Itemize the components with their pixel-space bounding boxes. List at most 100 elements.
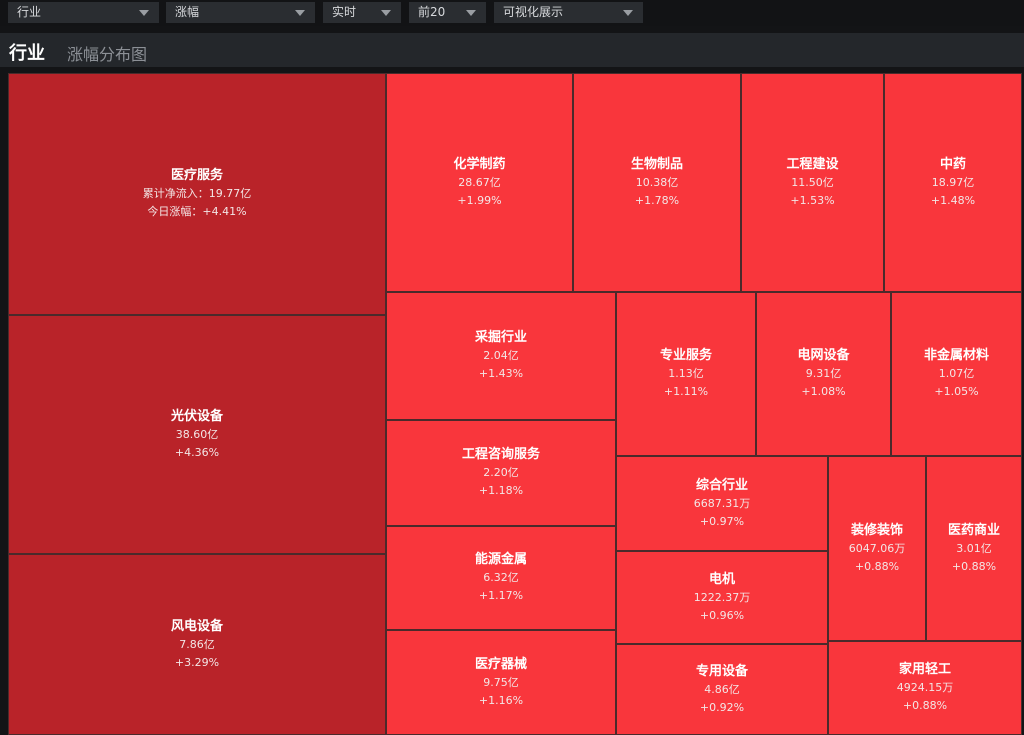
tile-inflow: 1.13亿 — [668, 367, 704, 380]
tile-name: 电机 — [708, 571, 735, 587]
treemap-tile[interactable]: 中药 18.97亿 +1.48% — [884, 73, 1022, 292]
treemap-tile[interactable]: 医药商业 3.01亿 +0.88% — [926, 456, 1022, 641]
treemap-tile[interactable]: 医疗服务累计净流入：19.77亿 今日涨幅：+4.41% — [8, 73, 386, 315]
tile-change: +1.18% — [478, 484, 524, 497]
tile-inflow: 18.97亿 — [931, 175, 975, 189]
tile-name: 工程咨询服务 — [461, 447, 540, 462]
chevron-down-icon — [466, 10, 476, 16]
treemap-tile[interactable]: 家用轻工 4924.15万 +0.88% — [828, 641, 1022, 735]
chevron-down-icon — [623, 10, 633, 16]
tile-name: 采掘行业 — [474, 330, 527, 345]
treemap-tile[interactable]: 电机 1222.37万 +0.96% — [616, 551, 828, 644]
tile-change: +3.29% — [174, 655, 220, 669]
tile-change: +1.99% — [457, 193, 502, 207]
tile-name: 工程建设 — [786, 156, 839, 172]
metric-select-value: 涨幅 — [175, 5, 200, 19]
tile-inflow: 2.04亿 — [483, 349, 519, 362]
tile-change: +0.97% — [699, 514, 745, 528]
display-mode-select-value: 可视化展示 — [503, 5, 564, 19]
tile-name: 非金属材料 — [923, 348, 989, 363]
category-select-value: 行业 — [17, 5, 42, 19]
tile-inflow: 38.60亿 — [175, 427, 219, 441]
tile-change: +1.43% — [478, 367, 524, 380]
treemap-tile[interactable]: 电网设备 9.31亿 +1.08% — [756, 292, 891, 456]
tile-inflow: 2.20亿 — [483, 466, 519, 479]
tile-change: +0.88% — [902, 699, 948, 712]
tile-change: +1.16% — [478, 693, 524, 707]
tile-inflow: 6047.06万 — [848, 541, 906, 555]
treemap-tile[interactable]: 能源金属 6.32亿 +1.17% — [386, 526, 616, 630]
chevron-down-icon — [139, 10, 149, 16]
tile-inflow: 1222.37万 — [693, 590, 751, 604]
tile-name: 医疗服务 — [170, 168, 223, 183]
tile-change: +0.88% — [951, 559, 997, 573]
chevron-down-icon — [295, 10, 305, 16]
page-title: 行业 — [9, 43, 45, 64]
tile-inflow: 10.38亿 — [635, 175, 679, 189]
treemap-tile[interactable]: 化学制药 28.67亿 +1.99% — [386, 73, 573, 292]
tile-inflow: 1.07亿 — [938, 367, 975, 380]
tile-change: +1.08% — [801, 385, 846, 398]
tile-name: 家用轻工 — [898, 662, 951, 677]
tile-change: +1.48% — [930, 193, 976, 207]
tile-name: 专用设备 — [695, 663, 748, 679]
tile-name: 电网设备 — [797, 348, 850, 363]
tile-inflow: 11.50亿 — [791, 175, 834, 189]
tile-name: 专业服务 — [659, 348, 712, 363]
treemap-tile[interactable]: 采掘行业 2.04亿 +1.43% — [386, 292, 616, 420]
tile-name: 光伏设备 — [170, 408, 223, 424]
tile-name: 风电设备 — [170, 618, 223, 634]
treemap-tile[interactable]: 专业服务 1.13亿 +1.11% — [616, 292, 756, 456]
display-mode-select[interactable]: 可视化展示 — [494, 2, 643, 23]
tile-name: 化学制药 — [453, 156, 506, 172]
treemap-tile[interactable]: 生物制品 10.38亿 +1.78% — [573, 73, 741, 292]
treemap-chart: 医疗服务累计净流入：19.77亿 今日涨幅：+4.41% 光伏设备 38.60亿 +4.… — [8, 73, 1022, 735]
tile-inflow: 4.86亿 — [704, 682, 740, 696]
tile-name: 能源金属 — [474, 552, 527, 567]
treemap-tile[interactable]: 专用设备 4.86亿 +0.92% — [616, 644, 828, 735]
tile-inflow: 6687.31万 — [693, 496, 751, 510]
tile-change: +1.05% — [934, 385, 979, 398]
treemap-tile[interactable]: 工程建设 11.50亿 +1.53% — [741, 73, 884, 292]
tile-inflow: 9.75亿 — [483, 675, 519, 689]
top-n-select-value: 前20 — [418, 5, 446, 19]
tile-inflow: 累计净流入：19.77亿 — [142, 187, 252, 200]
filter-toolbar: 行业 涨幅 实时 前20 可视化展示 — [0, 0, 1024, 26]
tile-inflow: 28.67亿 — [458, 175, 501, 189]
treemap-tile[interactable]: 装修装饰 6047.06万 +0.88% — [828, 456, 926, 641]
category-select[interactable]: 行业 — [8, 2, 159, 23]
treemap-tile[interactable]: 光伏设备 38.60亿 +4.36% — [8, 315, 386, 554]
tile-inflow: 4924.15万 — [896, 681, 954, 694]
treemap-tile[interactable]: 非金属材料 1.07亿 +1.05% — [891, 292, 1022, 456]
metric-select[interactable]: 涨幅 — [166, 2, 315, 23]
tile-change: +1.78% — [634, 193, 680, 207]
tile-name: 中药 — [939, 156, 966, 172]
tile-inflow: 3.01亿 — [956, 541, 992, 555]
top-n-select[interactable]: 前20 — [409, 2, 486, 23]
treemap-tile[interactable]: 医疗器械 9.75亿 +1.16% — [386, 630, 616, 735]
chart-subtitle: 涨幅分布图 — [67, 45, 148, 64]
tile-change: +0.96% — [699, 608, 745, 622]
tile-name: 综合行业 — [695, 477, 748, 493]
tile-name: 医药商业 — [947, 522, 1000, 538]
tile-inflow: 6.32亿 — [483, 571, 519, 584]
tile-change: +0.88% — [854, 559, 900, 573]
tile-inflow: 9.31亿 — [805, 367, 842, 380]
tile-name: 生物制品 — [630, 156, 683, 172]
tile-inflow: 7.86亿 — [179, 637, 215, 651]
chart-header: 行业 涨幅分布图 — [0, 33, 1024, 67]
tile-change: +1.11% — [663, 385, 709, 398]
treemap-tile[interactable]: 风电设备 7.86亿 +3.29% — [8, 554, 386, 735]
treemap-tile[interactable]: 工程咨询服务 2.20亿 +1.18% — [386, 420, 616, 526]
tile-change: +0.92% — [699, 700, 745, 714]
tile-change: +1.53% — [790, 193, 835, 207]
tile-name: 医疗器械 — [474, 656, 527, 672]
tile-name: 装修装饰 — [850, 522, 903, 538]
period-select[interactable]: 实时 — [323, 2, 401, 23]
tile-change: 今日涨幅：+4.41% — [147, 205, 247, 218]
period-select-value: 实时 — [332, 5, 357, 19]
chevron-down-icon — [381, 10, 391, 16]
tile-change: +1.17% — [478, 589, 524, 602]
tile-change: +4.36% — [174, 445, 220, 459]
treemap-tile[interactable]: 综合行业 6687.31万 +0.97% — [616, 456, 828, 551]
